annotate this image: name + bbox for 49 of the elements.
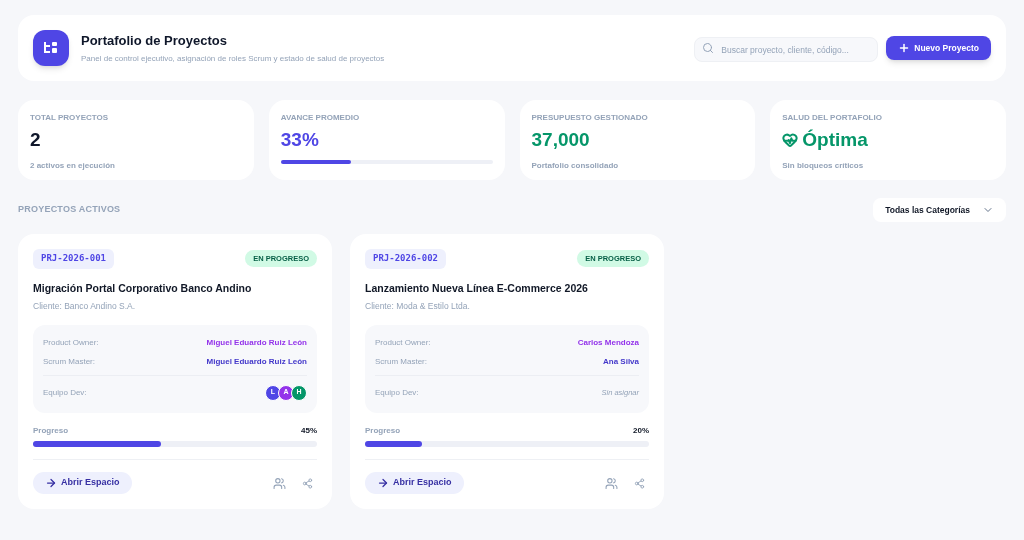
client-name: Cliente: Moda & Estilo Ltda. bbox=[365, 300, 471, 313]
stat-note: Portafolio consolidado bbox=[531, 160, 620, 172]
stat-label: AVANCE PROMEDIO bbox=[280, 112, 361, 124]
stat-note: Sin bloqueos críticos bbox=[782, 160, 865, 172]
role-label: Product Owner: bbox=[375, 336, 431, 349]
project-code: PRJ-2026-002 bbox=[365, 249, 447, 269]
stat-note: 2 activos en ejecución bbox=[30, 160, 116, 172]
project-code: PRJ-2026-001 bbox=[33, 249, 115, 269]
role-label: Scrum Master: bbox=[375, 355, 427, 368]
new-project-button[interactable]: Nuevo Proyecto bbox=[886, 36, 991, 60]
arrow-right-icon bbox=[377, 477, 389, 489]
progress-label: Progreso bbox=[365, 425, 401, 437]
team-icon[interactable] bbox=[605, 476, 618, 490]
role-label: Scrum Master: bbox=[43, 355, 95, 368]
stat-value: Óptima bbox=[802, 128, 868, 152]
project-name: Lanzamiento Nueva Línea E-Commerce 2026 bbox=[365, 280, 589, 296]
share-icon[interactable] bbox=[634, 477, 645, 489]
progress-percent: 20% bbox=[633, 425, 649, 437]
progress-percent: 45% bbox=[301, 425, 317, 437]
team-label: Equipo Dev: bbox=[43, 386, 87, 399]
search-field[interactable]: Buscar proyecto, cliente, código... bbox=[694, 37, 879, 62]
share-icon[interactable] bbox=[302, 477, 313, 489]
open-workspace-button[interactable]: Abrir Espacio bbox=[33, 472, 132, 494]
role-person: Carlos Mendoza bbox=[577, 336, 639, 349]
role-person: Miguel Eduardo Ruiz León bbox=[206, 336, 307, 349]
role-person: Miguel Eduardo Ruiz León bbox=[206, 355, 307, 368]
heart-pulse-icon bbox=[782, 132, 799, 148]
plus-icon bbox=[898, 42, 911, 54]
app-logo-icon bbox=[33, 30, 69, 66]
progress-label: Progreso bbox=[33, 425, 69, 437]
team-icon[interactable] bbox=[273, 476, 286, 490]
stat-value: 2 bbox=[30, 128, 41, 152]
role-person: Ana Silva bbox=[603, 355, 639, 368]
role-label: Product Owner: bbox=[43, 336, 99, 349]
team-label: Equipo Dev: bbox=[375, 386, 419, 399]
category-dropdown[interactable]: Todas las Categorías bbox=[873, 198, 1006, 222]
stat-label: TOTAL PROYECTOS bbox=[30, 112, 110, 124]
page-subtitle: Panel de control ejecutivo, asignación de roles Scrum y estado de salud de proyectos bbox=[81, 52, 385, 65]
page-title: Portafolio de Proyectos bbox=[81, 32, 228, 51]
client-name: Cliente: Banco Andino S.A. bbox=[33, 300, 137, 313]
project-name: Migración Portal Corporativo Banco Andino bbox=[33, 280, 253, 296]
stat-label: PRESUPUESTO GESTIONADO bbox=[531, 112, 649, 124]
open-workspace-button[interactable]: Abrir Espacio bbox=[365, 472, 464, 494]
stat-value: 33% bbox=[280, 128, 319, 152]
stat-value: 37,000 bbox=[531, 128, 590, 152]
stat-label: SALUD DEL PORTAFOLIO bbox=[782, 112, 883, 124]
arrow-right-icon bbox=[45, 477, 57, 489]
search-icon bbox=[702, 42, 715, 54]
section-title: PROYECTOS ACTIVOS bbox=[18, 203, 121, 217]
